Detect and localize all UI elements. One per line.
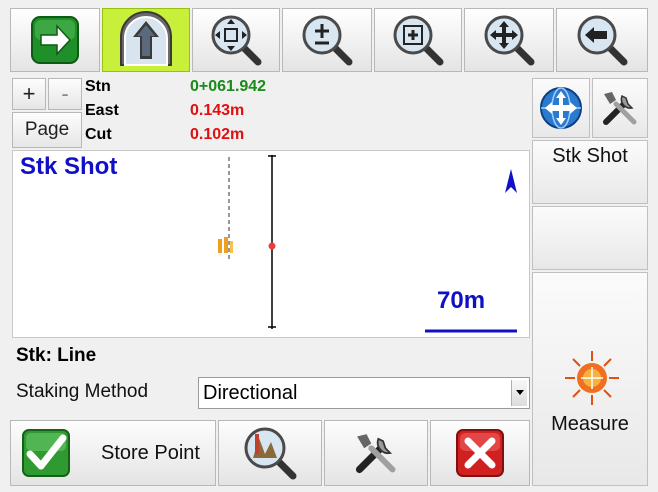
cut-label: Cut (85, 126, 112, 143)
zoom-in-out-icon (302, 15, 353, 66)
zoom-window-icon (393, 15, 444, 66)
position-marker (218, 237, 233, 253)
measure-button[interactable]: Measure (532, 272, 648, 486)
globe-button[interactable] (532, 78, 590, 138)
tools-button[interactable] (592, 78, 648, 138)
zoom-extents-button[interactable] (192, 8, 280, 72)
settings-button[interactable] (324, 420, 428, 486)
dropdown-arrow-button[interactable] (511, 380, 527, 406)
stk-line-label: Stk: Line (16, 345, 97, 366)
navigate-up-button[interactable] (102, 8, 190, 72)
staking-method-label: Staking Method (16, 381, 149, 402)
zoom-in-out-button[interactable] (282, 8, 372, 72)
zoom-extents-icon (211, 15, 262, 66)
scale-label: 70m (437, 287, 486, 314)
back-button[interactable] (556, 8, 648, 72)
store-point-button[interactable]: Store Point (10, 420, 216, 486)
next-button[interactable] (10, 8, 100, 72)
north-arrow-icon (505, 169, 517, 193)
pan-icon (484, 15, 535, 66)
settings-tools-icon (355, 434, 396, 474)
next-arrow-icon (31, 16, 79, 64)
target-point (268, 242, 276, 250)
close-icon (456, 429, 504, 477)
zoom-window-button[interactable] (374, 8, 462, 72)
store-point-label: Store Point (101, 441, 200, 464)
globe-pan-icon (540, 87, 582, 129)
measure-icon (565, 351, 619, 405)
stn-label: Stn (85, 78, 111, 95)
close-button[interactable] (430, 420, 530, 486)
measure-label: Measure (551, 413, 629, 435)
map-view[interactable]: Stk Shot 70m (12, 150, 530, 338)
staking-method-select[interactable]: Directional (198, 377, 530, 409)
stn-value: 0+061.942 (190, 78, 267, 95)
back-icon (577, 15, 628, 66)
east-label: East (85, 102, 119, 119)
tools-icon (603, 92, 637, 125)
page-button[interactable]: Page (12, 112, 82, 148)
stk-shot-label: Stk Shot (552, 145, 628, 167)
navigate-up-icon (120, 11, 172, 66)
inspect-button[interactable] (218, 420, 322, 486)
east-value: 0.143m (190, 102, 245, 119)
checkmark-icon (22, 429, 70, 477)
cut-value: 0.102m (190, 126, 245, 143)
inspect-magnifier-icon (244, 427, 297, 480)
chevron-down-icon (515, 390, 524, 395)
stk-shot-button[interactable]: Stk Shot (532, 140, 648, 204)
side-blank-button[interactable] (532, 206, 648, 270)
pan-button[interactable] (464, 8, 554, 72)
page-minus-button[interactable]: - (48, 78, 82, 110)
page-plus-button[interactable]: + (12, 78, 46, 110)
staking-method-value: Directional (203, 382, 298, 404)
